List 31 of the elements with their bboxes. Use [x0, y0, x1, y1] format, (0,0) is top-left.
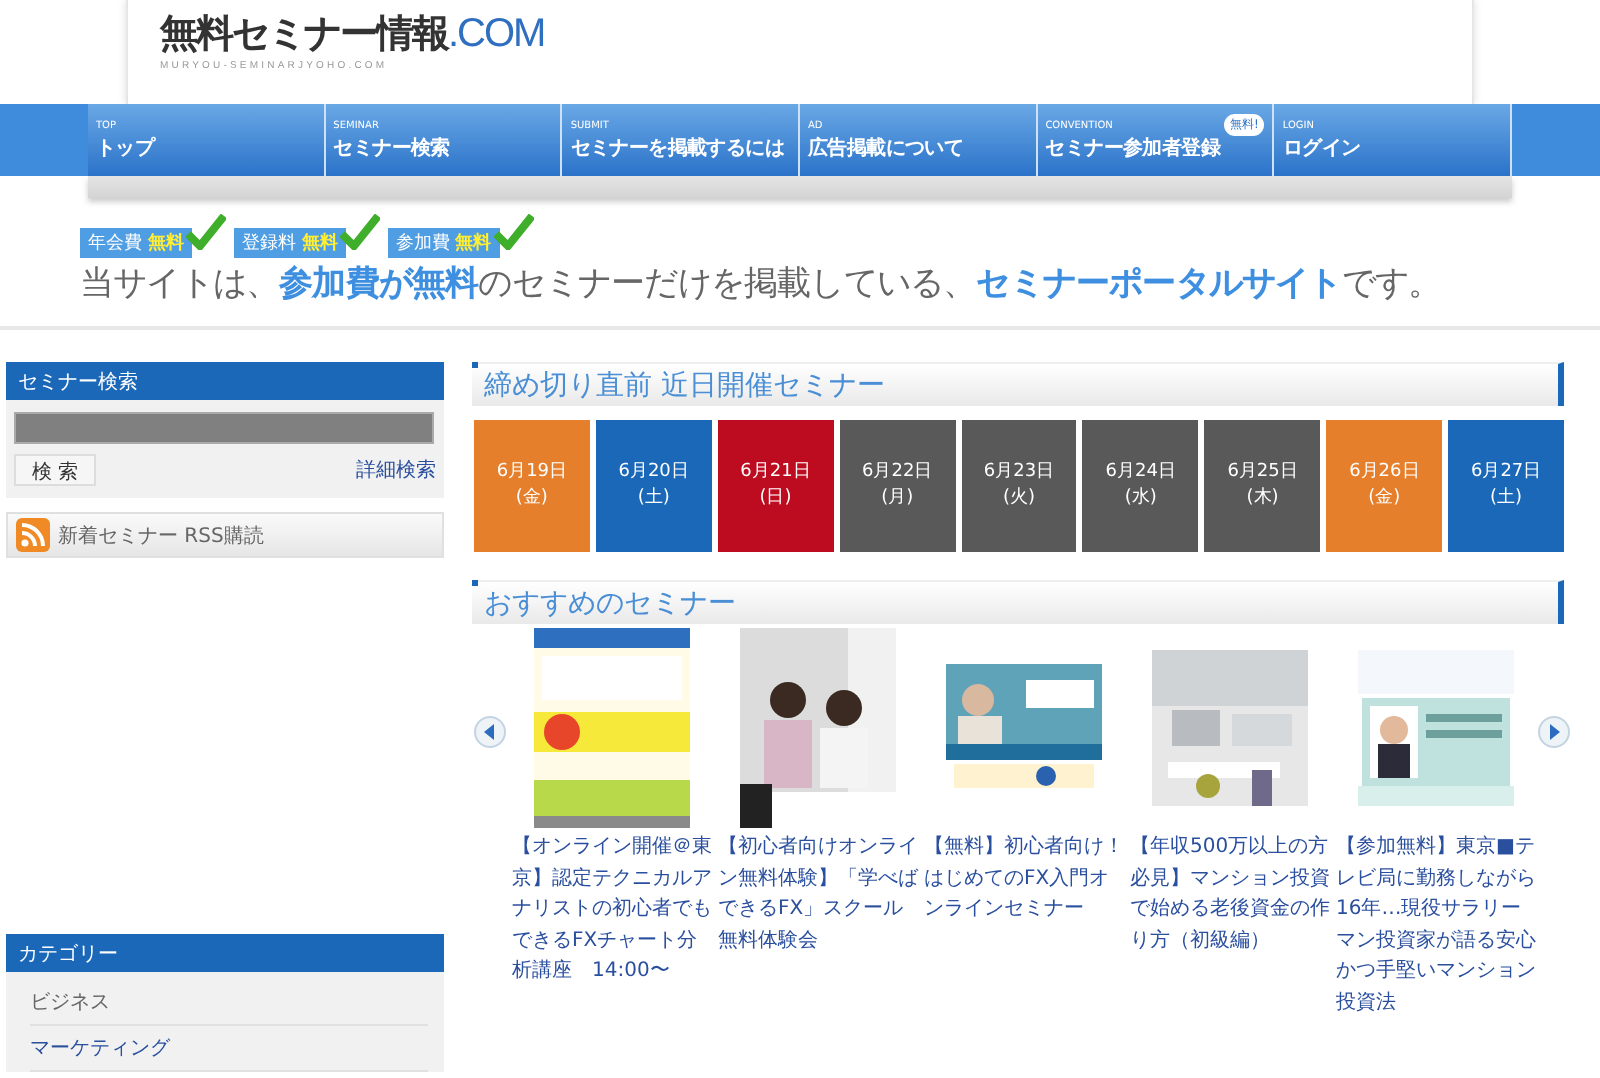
category-item[interactable]: マーケティング [30, 1026, 428, 1072]
free-badge: 年会費 無料 [80, 228, 192, 258]
section-heading: 締め切り直前 近日開催セミナー [472, 362, 1564, 406]
panel-title: セミナー検索 [6, 362, 444, 400]
section-heading: おすすめのセミナー [472, 580, 1564, 624]
date-tile[interactable]: 6月27日 (土) [1448, 420, 1565, 552]
search-button[interactable]: 検 索 [14, 454, 97, 486]
tagline: 当サイトは、参加費が無料のセミナーだけを掲載している、セミナーポータルサイトです。 [80, 262, 1444, 306]
date-tile[interactable]: 6月22日 (月) [839, 420, 956, 552]
free-badge: 登録料 無料 [233, 228, 346, 258]
panel-title: カテゴリー [6, 934, 444, 972]
seminar-link[interactable]: 【無料】初心者向け！はじめてのFX入門オンラインセミナー [924, 832, 1124, 925]
date-tile[interactable]: 6月23日 (火) [961, 420, 1077, 552]
checkmark-icon [185, 214, 226, 250]
rss-button[interactable]: 新着セミナー RSS購読 [6, 512, 444, 558]
seminar-link[interactable]: 【年収500万以上の方必見】マンション投資で始める老後資金の作り方（初級編） [1130, 832, 1330, 956]
search-field[interactable] [14, 412, 434, 444]
checkmark-icon [339, 214, 380, 250]
date-tile[interactable]: 6月25日 (木) [1204, 420, 1321, 552]
date-tile[interactable]: 6月21日 (日) [717, 420, 834, 552]
checkmark-icon [493, 214, 534, 250]
rss-icon [16, 518, 50, 552]
seminar-link[interactable]: 【オンライン開催＠東京】認定テクニカルアナリストの初心者でもできるFXチャート分析講座 14:00〜 [512, 832, 712, 987]
advanced-search-link[interactable]: 詳細検索 [356, 456, 436, 484]
free-badge: 参加費 無料 [387, 228, 500, 258]
date-tile[interactable]: 6月24日 (水) [1082, 420, 1199, 552]
date-tile[interactable]: 6月20日 (土) [595, 420, 712, 552]
seminar-link[interactable]: 【参加無料】東京■テレビ局に勤務しながら16年…現役サラリーマン投資家が語る安心かつ手堅いマンション投資法 [1336, 832, 1536, 1018]
seminar-link[interactable]: 【初心者向けオンライン無料体験】「学べばできるFX」スクール無料体験会 [718, 832, 918, 956]
site-logo[interactable]: 無料セミナー情報.COM [160, 8, 545, 60]
category-item[interactable]: ビジネス [30, 980, 428, 1026]
